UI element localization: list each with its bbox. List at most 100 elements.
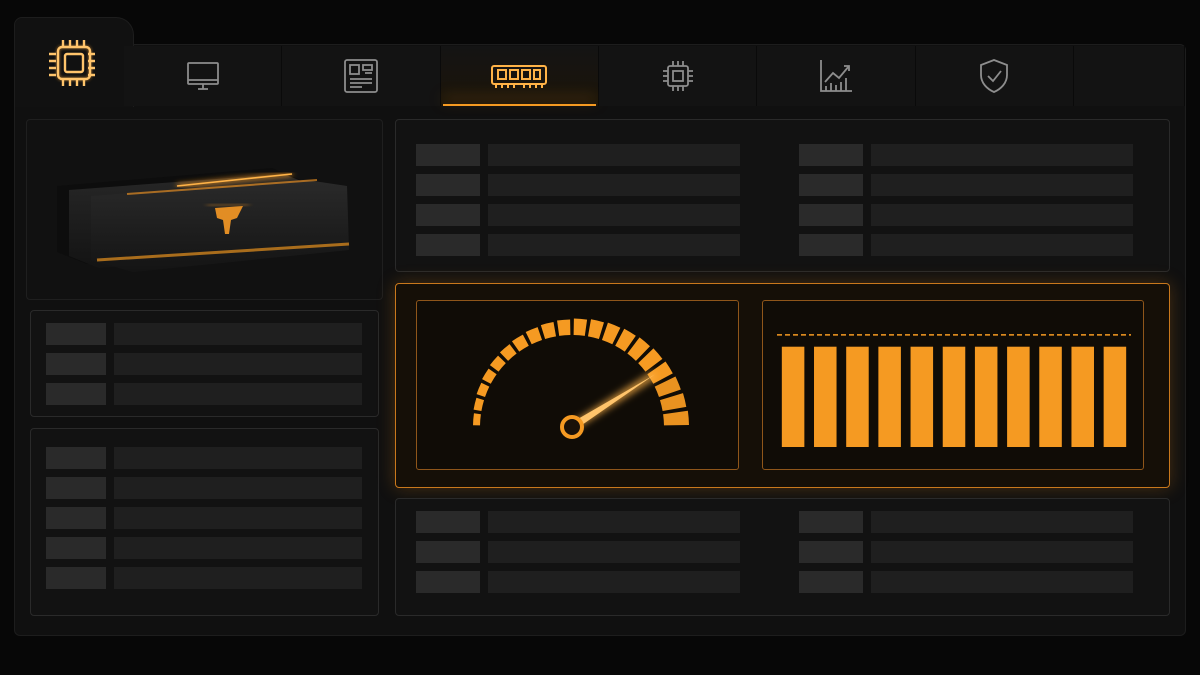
spec-value <box>871 234 1133 256</box>
gauge-segment <box>473 397 485 412</box>
info-value <box>114 567 362 589</box>
spec-row <box>799 144 1133 166</box>
spec-value <box>871 174 1133 196</box>
spec-key <box>416 234 480 256</box>
gauge-segment <box>601 322 621 345</box>
spec-value <box>488 511 740 533</box>
meter-bar <box>1103 346 1127 447</box>
gauge-segment <box>540 322 557 340</box>
spec-key <box>799 234 863 256</box>
info-value <box>114 323 362 345</box>
info-row <box>46 383 362 405</box>
meter-bar <box>1007 346 1030 447</box>
meter-bar <box>1039 346 1062 447</box>
gauge-segment <box>557 319 571 336</box>
gauge-segment <box>573 318 588 336</box>
spec-value <box>488 571 740 593</box>
spec-row <box>416 204 740 226</box>
spec-key <box>416 204 480 226</box>
spec-row <box>799 174 1133 196</box>
spec-row <box>416 174 740 196</box>
speedometer-gauge <box>473 318 689 439</box>
info-key <box>46 353 106 375</box>
spec-value <box>488 541 740 563</box>
spec-value <box>871 541 1133 563</box>
info-value <box>114 507 362 529</box>
spec-key <box>799 541 863 563</box>
ram-module-icon <box>491 65 548 88</box>
gauge-hub <box>560 415 584 439</box>
meter-bar <box>942 346 966 447</box>
gauge-segment <box>663 410 689 426</box>
info-key <box>46 507 106 529</box>
spec-row <box>416 234 740 256</box>
performance-panel <box>395 283 1170 488</box>
spec-key <box>799 204 863 226</box>
gauge-segment <box>659 393 687 412</box>
tab-bar <box>124 46 1185 106</box>
gauge-segment <box>525 327 543 345</box>
gauge-segment <box>482 368 497 384</box>
gauge-segment <box>473 413 481 426</box>
shield-check-icon <box>980 59 1009 93</box>
info-value <box>114 383 362 405</box>
specs-panel-bottom <box>395 498 1170 616</box>
spec-key <box>799 571 863 593</box>
info-row <box>46 567 362 589</box>
spec-key <box>799 174 863 196</box>
spec-row <box>416 144 740 166</box>
spec-row <box>799 204 1133 226</box>
meter-bar <box>781 346 805 447</box>
tab-home[interactable] <box>14 17 134 107</box>
info-row <box>46 537 362 559</box>
spec-key <box>799 144 863 166</box>
bar-meter-panel <box>762 300 1144 470</box>
spec-value <box>871 204 1133 226</box>
info-key <box>46 477 106 499</box>
meter-bar <box>1071 346 1094 447</box>
left-info-panel-2 <box>30 428 379 616</box>
spec-key <box>416 571 480 593</box>
info-value <box>114 537 362 559</box>
spec-key <box>416 174 480 196</box>
tab-processor[interactable] <box>598 46 758 106</box>
spec-value <box>488 144 740 166</box>
spec-row <box>799 541 1133 563</box>
tab-security[interactable] <box>915 46 1074 106</box>
gauge-segment <box>587 319 604 340</box>
left-info-panel-1 <box>30 310 379 417</box>
gauge-segment <box>511 334 529 352</box>
info-row <box>46 477 362 499</box>
spec-value <box>488 204 740 226</box>
info-key <box>46 447 106 469</box>
spec-value <box>871 571 1133 593</box>
spec-key <box>416 541 480 563</box>
product-image-panel <box>26 119 383 300</box>
tab-motherboard[interactable] <box>282 46 441 106</box>
gauge-segment <box>499 344 517 361</box>
tab-empty[interactable] <box>1073 46 1185 106</box>
info-row <box>46 447 362 469</box>
meter-bar <box>814 346 837 447</box>
spec-row <box>799 571 1133 593</box>
tab-monitor[interactable] <box>124 46 283 106</box>
specs-panel-top <box>395 119 1170 272</box>
info-row <box>46 353 362 375</box>
info-value <box>114 353 362 375</box>
spec-key <box>416 144 480 166</box>
bar-meter <box>777 334 1131 447</box>
cpu-chip-icon <box>49 39 95 86</box>
ram-kit-image <box>57 168 350 272</box>
spec-value <box>871 511 1133 533</box>
speedometer-panel <box>416 300 739 470</box>
motherboard-icon <box>344 59 378 93</box>
info-key <box>46 383 106 405</box>
spec-row <box>416 541 740 563</box>
info-row <box>46 323 362 345</box>
gauge-segment <box>489 355 506 372</box>
gauge-segment <box>476 382 490 398</box>
tab-performance[interactable] <box>757 46 916 106</box>
tab-memory[interactable] <box>440 46 599 106</box>
info-value <box>114 477 362 499</box>
processor-icon <box>662 61 693 91</box>
